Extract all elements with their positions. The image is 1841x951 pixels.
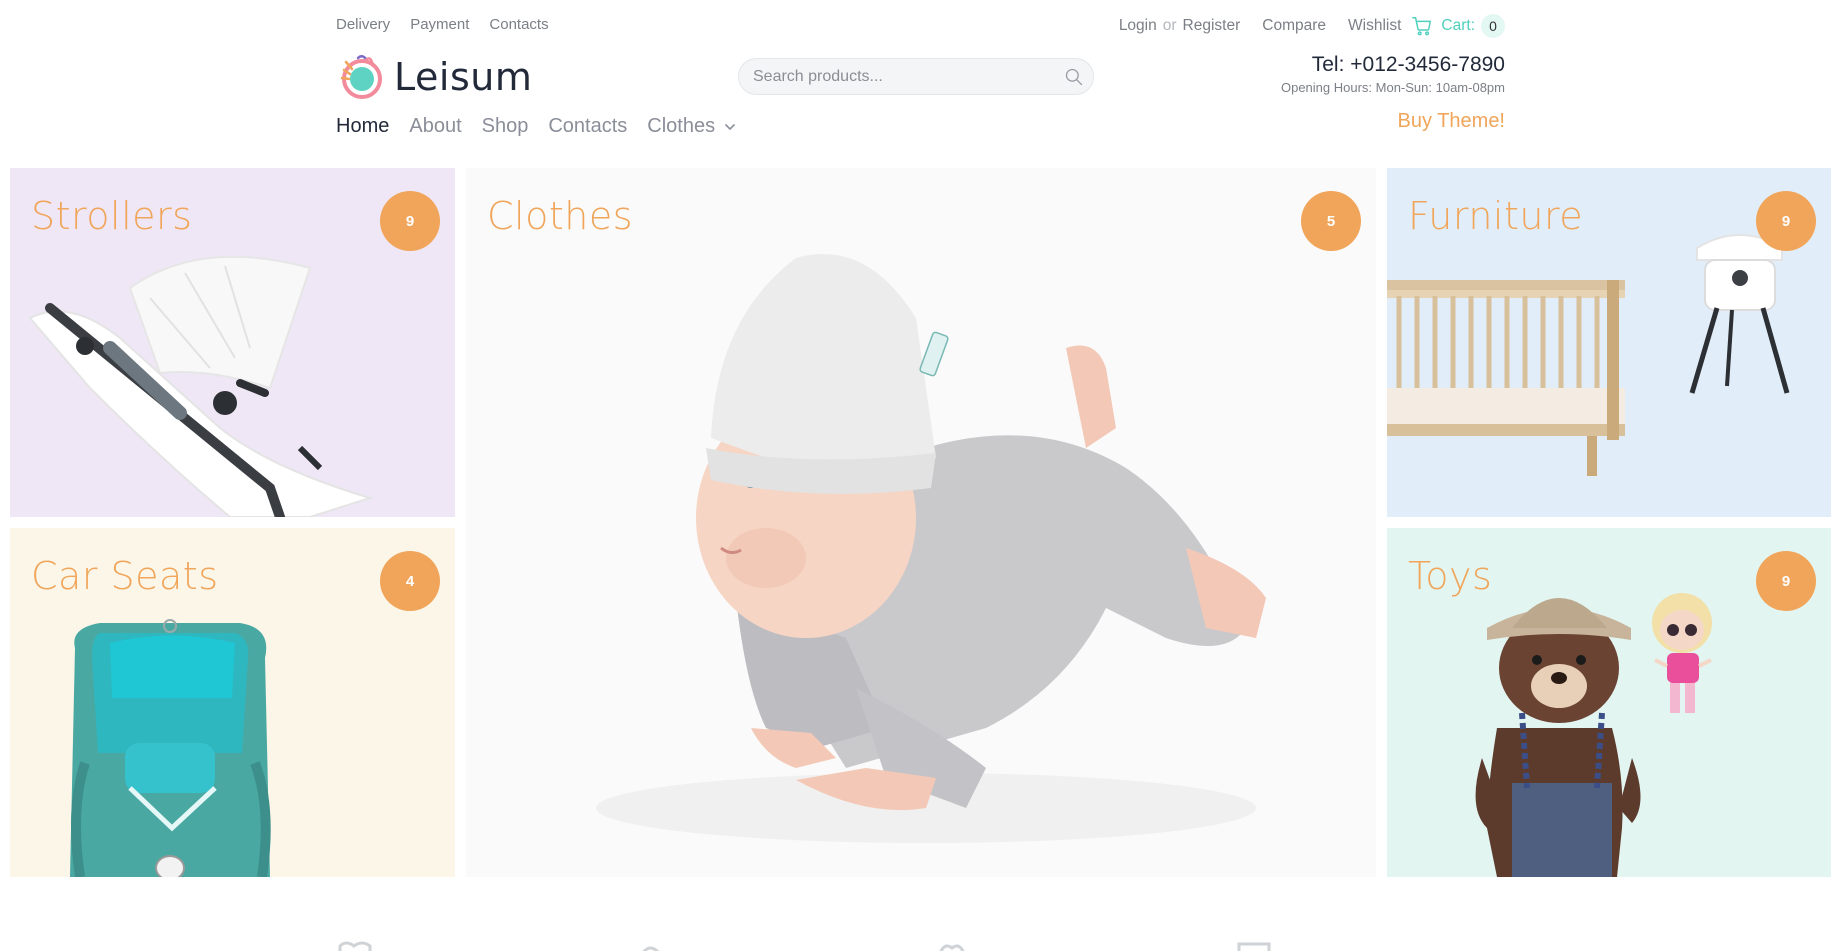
buy-theme-link[interactable]: Buy Theme! (1398, 110, 1505, 133)
feature-truck-icon (642, 946, 660, 951)
search-icon (1065, 68, 1083, 85)
search-bar (738, 58, 1094, 95)
nav-item-clothes-dropdown[interactable]: Clothes (647, 115, 737, 138)
category-title: Furniture (1408, 194, 1584, 238)
search-input[interactable] (739, 59, 1055, 94)
category-title: Clothes (487, 194, 633, 238)
category-tile-strollers[interactable]: Strollers 9 (10, 168, 455, 517)
feature-gift-icon (338, 941, 372, 951)
feature-heart-icon (939, 944, 965, 951)
category-count-badge: 9 (1756, 191, 1816, 251)
site-logo[interactable]: Leisum (336, 52, 532, 102)
cart-label: Cart: (1441, 17, 1475, 34)
category-title: Strollers (31, 194, 193, 238)
top-link-contacts[interactable]: Contacts (489, 16, 548, 33)
category-count-badge: 9 (380, 191, 440, 251)
account-bar: Login or Register Compare Wishlist Cart:… (1119, 14, 1505, 38)
phone-number: Tel: +012-3456-7890 (1311, 53, 1505, 76)
register-link[interactable]: Register (1183, 17, 1241, 35)
category-tile-car-seats[interactable]: Car Seats 4 (10, 528, 455, 877)
opening-hours: Opening Hours: Mon-Sun: 10am-08pm (1280, 80, 1505, 95)
category-tile-clothes[interactable]: Clothes 5 (466, 168, 1376, 877)
main-nav: Home About Shop Contacts Clothes (336, 115, 737, 138)
nav-item-shop[interactable]: Shop (482, 115, 529, 138)
logo-icon (340, 55, 382, 99)
nav-item-contacts[interactable]: Contacts (548, 115, 627, 138)
compare-link[interactable]: Compare (1262, 17, 1326, 35)
category-count-badge: 5 (1301, 191, 1361, 251)
category-tile-toys[interactable]: Toys 9 (1387, 528, 1831, 877)
top-link-payment[interactable]: Payment (410, 16, 469, 33)
top-link-delivery[interactable]: Delivery (336, 16, 390, 33)
wishlist-link[interactable]: Wishlist (1348, 17, 1401, 35)
nav-item-home[interactable]: Home (336, 115, 389, 138)
category-title: Toys (1408, 554, 1493, 598)
category-count-badge: 4 (380, 551, 440, 611)
category-count-badge: 9 (1756, 551, 1816, 611)
cart-count-badge: 0 (1481, 14, 1505, 38)
brand-name: Leisum (394, 55, 533, 99)
cart-icon (1412, 17, 1432, 36)
nav-item-about[interactable]: About (409, 115, 461, 138)
or-separator: or (1162, 17, 1177, 34)
baby-clothes-image (596, 254, 1266, 843)
feature-card-icon (1237, 942, 1271, 951)
cart-button[interactable]: Cart: 0 (1411, 14, 1505, 38)
category-title: Car Seats (31, 554, 219, 598)
site-header: Delivery Payment Contacts Login or Regis… (0, 0, 1841, 160)
search-button[interactable] (1055, 58, 1093, 95)
chevron-down-icon (725, 123, 735, 130)
contact-info: Tel: +012-3456-7890 Opening Hours: Mon-S… (1281, 53, 1505, 95)
nav-dropdown-label: Clothes (647, 115, 716, 137)
login-link[interactable]: Login (1119, 17, 1157, 35)
category-tile-furniture[interactable]: Furniture 9 (1387, 168, 1831, 517)
top-links: Delivery Payment Contacts (336, 16, 549, 33)
